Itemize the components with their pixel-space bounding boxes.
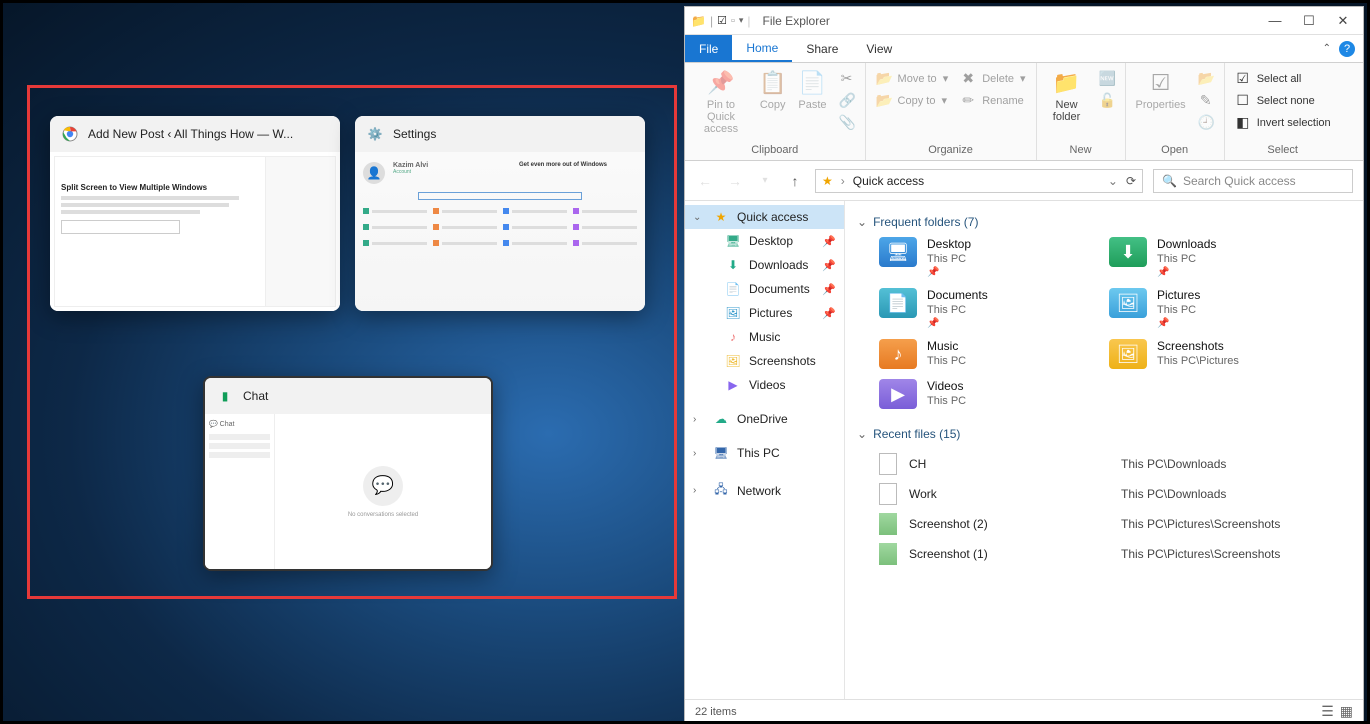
nav-recent-button[interactable]: ▾ [755,175,775,186]
nav-item-music[interactable]: ♪Music [685,325,844,349]
group-open-label: Open [1134,144,1216,158]
history-button[interactable]: 🕘 [1196,113,1216,132]
titlebar[interactable]: 📁 | ☑ ▫ ▾ | File Explorer — ☐ ✕ [685,7,1363,35]
status-bar: 22 items ☰ ▦ [685,699,1363,721]
nav-forward-button[interactable]: → [725,173,745,189]
select-all-button[interactable]: ☑Select all [1233,69,1333,88]
folder-music[interactable]: ♪MusicThis PC [879,339,1079,369]
address-location: Quick access [853,174,924,188]
folder-downloads[interactable]: ⬇DownloadsThis PC📌 [1109,237,1309,278]
minimize-button[interactable]: — [1267,13,1283,29]
folder-documents[interactable]: 📄DocumentsThis PC📌 [879,288,1079,329]
qat-dropdown-icon[interactable]: ▾ [739,15,744,26]
copy-to-button[interactable]: 📂Copy to ▾ [874,91,951,110]
group-select-label: Select [1233,144,1333,158]
collapse-ribbon-icon[interactable]: ⌃ [1323,43,1331,54]
recent-file[interactable]: Screenshot (2)This PC\Pictures\Screensho… [857,509,1363,539]
paste-shortcut-button[interactable]: 📎 [837,113,857,132]
properties-button[interactable]: ☑Properties [1134,67,1188,132]
search-icon: 🔍 [1162,174,1177,188]
tab-file[interactable]: File [685,35,732,62]
item-count: 22 items [695,706,737,718]
nav-item-screenshots[interactable]: 🖼Screenshots [685,349,844,373]
recent-file[interactable]: WorkThis PC\Downloads [857,479,1363,509]
content-pane[interactable]: ⌄Frequent folders (7) 🖥DesktopThis PC📌 ⬇D… [845,201,1363,699]
folder-videos[interactable]: ▶VideosThis PC [879,379,1079,409]
new-item-button[interactable]: 🆕 [1097,69,1117,88]
recent-file[interactable]: CHThis PC\Downloads [857,449,1363,479]
copy-path-button[interactable]: 🔗 [837,91,857,110]
window-title: File Explorer [763,14,830,28]
nav-pane[interactable]: ⌄★Quick access 🖥Desktop📌⬇Downloads📌📄Docu… [685,201,845,699]
snap-layout-highlight [27,85,677,599]
recent-files-header[interactable]: ⌄Recent files (15) [857,427,1363,441]
group-organize-label: Organize [874,144,1028,158]
tab-view[interactable]: View [852,35,906,62]
select-none-button[interactable]: ☐Select none [1233,91,1333,110]
qat-folder-icon[interactable]: ▫ [731,15,735,27]
qat-checkbox-icon[interactable]: ☑ [717,14,727,27]
folder-icon: 📁 [691,14,706,28]
nav-up-button[interactable]: ↑ [785,173,805,189]
nav-item-pictures[interactable]: 🖼Pictures📌 [685,301,844,325]
open-button[interactable]: 📂 [1196,69,1216,88]
nav-item-desktop[interactable]: 🖥Desktop📌 [685,229,844,253]
recent-file[interactable]: Screenshot (1)This PC\Pictures\Screensho… [857,539,1363,569]
tab-home[interactable]: Home [732,35,792,62]
copy-button[interactable]: 📋Copy [757,67,788,137]
folder-screenshots[interactable]: 🖼ScreenshotsThis PC\Pictures [1109,339,1309,369]
nav-back-button[interactable]: ← [695,173,715,189]
help-icon[interactable]: ? [1339,41,1355,57]
rename-button[interactable]: ✏Rename [958,91,1027,110]
frequent-folders-header[interactable]: ⌄Frequent folders (7) [857,215,1363,229]
invert-selection-button[interactable]: ◧Invert selection [1233,113,1333,132]
nav-onedrive[interactable]: ›☁OneDrive [685,407,844,431]
search-placeholder: Search Quick access [1183,174,1296,188]
folder-desktop[interactable]: 🖥DesktopThis PC📌 [879,237,1079,278]
paste-button[interactable]: 📄Paste [796,67,828,137]
folder-pictures[interactable]: 🖼PicturesThis PC📌 [1109,288,1309,329]
move-to-button[interactable]: 📂Move to ▾ [874,69,951,88]
view-large-icons-icon[interactable]: ▦ [1340,703,1353,720]
nav-item-downloads[interactable]: ⬇Downloads📌 [685,253,844,277]
group-clipboard-label: Clipboard [693,144,857,158]
maximize-button[interactable]: ☐ [1301,13,1317,29]
address-bar[interactable]: ★ › Quick access ⌄ ⟳ [815,169,1143,193]
cut-button[interactable]: ✂ [837,69,857,88]
new-folder-button[interactable]: 📁New folder [1045,67,1089,125]
tab-share[interactable]: Share [792,35,852,62]
easy-access-button[interactable]: 🔓 [1097,91,1117,110]
group-new-label: New [1045,144,1117,158]
nav-item-videos[interactable]: ▶Videos [685,373,844,397]
nav-this-pc[interactable]: ›🖥This PC [685,441,844,465]
edit-button[interactable]: ✎ [1196,91,1216,110]
nav-network[interactable]: ›🖧Network [685,475,844,506]
search-input[interactable]: 🔍 Search Quick access [1153,169,1353,193]
ribbon: 📌Pin to Quick access 📋Copy 📄Paste ✂ 🔗 📎 … [685,63,1363,161]
nav-item-documents[interactable]: 📄Documents📌 [685,277,844,301]
star-icon: ★ [822,174,833,188]
delete-button[interactable]: ✖Delete ▾ [958,69,1027,88]
view-details-icon[interactable]: ☰ [1321,703,1334,720]
file-explorer-window: 📁 | ☑ ▫ ▾ | File Explorer — ☐ ✕ File Hom… [684,6,1364,721]
pin-quick-access-button[interactable]: 📌Pin to Quick access [693,67,749,137]
close-button[interactable]: ✕ [1335,13,1351,29]
chevron-down-icon[interactable]: ⌄ [1108,174,1118,188]
refresh-button[interactable]: ⟳ [1126,174,1136,188]
nav-quick-access[interactable]: ⌄★Quick access [685,205,844,229]
